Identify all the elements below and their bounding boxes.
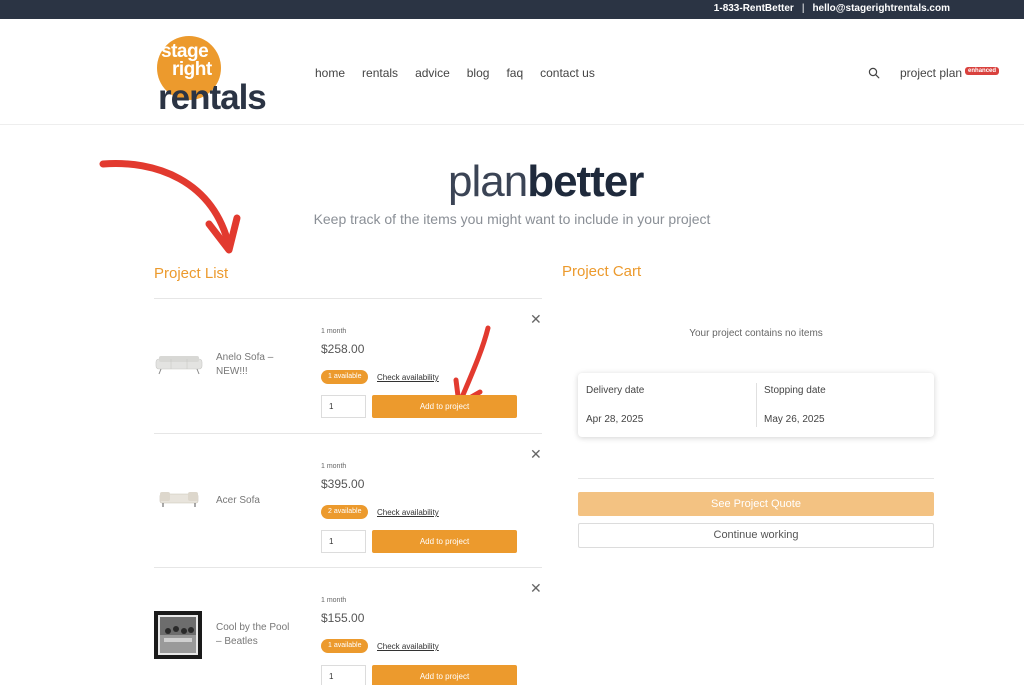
logo-text-rentals: rentals [158, 78, 267, 117]
phone-link[interactable]: 1-833-RentBetter [714, 3, 794, 14]
quantity-input[interactable]: 1 [321, 530, 366, 553]
dates-card: Delivery date Apr 28, 2025 Stopping date… [578, 373, 934, 437]
title-plan: plan [448, 157, 528, 206]
item-price: $258.00 [321, 342, 365, 356]
delivery-date-label: Delivery date [586, 385, 645, 396]
rental-period: 1 month [321, 328, 347, 335]
rental-period: 1 month [321, 463, 347, 470]
item-name[interactable]: Acer Sofa [216, 494, 296, 508]
separator: | [801, 3, 805, 14]
list-item: Cool by the Pool – Beatles 1 month $155.… [154, 568, 542, 685]
cart-divider [578, 478, 934, 479]
page-title: planbetter [448, 157, 644, 206]
availability-badge: 1 available [321, 639, 369, 653]
site-header: stage right rentals home rentals advice … [0, 19, 1024, 125]
nav-item-faq[interactable]: faq [506, 66, 523, 80]
nav-item-contact[interactable]: contact us [540, 66, 595, 80]
cart-empty-message: Your project contains no items [689, 328, 823, 339]
item-price: $395.00 [321, 477, 365, 491]
nav-item-advice[interactable]: advice [415, 66, 450, 80]
item-name[interactable]: Cool by the Pool – Beatles [216, 621, 296, 649]
artwork-thumbnail[interactable] [154, 611, 202, 659]
nav-item-home[interactable]: home [315, 66, 345, 80]
stopping-date-value: May 26, 2025 [764, 414, 825, 425]
remove-item-close-icon[interactable]: ✕ [530, 447, 542, 461]
stopping-date-label: Stopping date [764, 385, 826, 396]
availability-badge: 1 available [321, 370, 369, 384]
logo[interactable]: stage right rentals [157, 36, 283, 117]
check-availability-link[interactable]: Check availability [377, 373, 439, 382]
continue-working-button[interactable]: Continue working [578, 523, 934, 548]
quantity-input[interactable]: 1 [321, 395, 366, 418]
item-name[interactable]: Anelo Sofa – NEW!!! [216, 351, 296, 379]
annotation-arrow-icon [99, 160, 241, 254]
delivery-date-field[interactable]: Delivery date Apr 28, 2025 [578, 373, 756, 437]
remove-item-close-icon[interactable]: ✕ [530, 581, 542, 595]
see-project-quote-button[interactable]: See Project Quote [578, 492, 934, 516]
sofa-thumbnail[interactable] [154, 353, 204, 377]
logo-text-right: right [172, 59, 212, 80]
list-item: Acer Sofa 1 month $395.00 2 available Ch… [154, 434, 542, 568]
contact-info: 1-833-RentBetter | hello@stagerightrenta… [714, 3, 950, 14]
top-bar: 1-833-RentBetter | hello@stagerightrenta… [0, 0, 1024, 19]
page-subtitle: Keep track of the items you might want t… [313, 211, 711, 227]
sofa-thumbnail[interactable] [154, 490, 204, 510]
search-icon[interactable] [868, 67, 880, 79]
nav-item-rentals[interactable]: rentals [362, 66, 398, 80]
add-to-project-button[interactable]: Add to project [372, 395, 517, 418]
check-availability-link[interactable]: Check availability [377, 508, 439, 517]
enhanced-badge: enhanced [965, 67, 1000, 75]
rental-period: 1 month [321, 597, 347, 604]
list-item: Anelo Sofa – NEW!!! 1 month $258.00 1 av… [154, 299, 542, 433]
project-plan-label: project plan [900, 66, 963, 80]
availability-badge: 2 available [321, 505, 369, 519]
project-list-title: Project List [154, 265, 229, 282]
main-nav: home rentals advice blog faq contact us [315, 66, 612, 80]
item-price: $155.00 [321, 611, 365, 625]
quantity-input[interactable]: 1 [321, 665, 366, 685]
check-availability-link[interactable]: Check availability [377, 642, 439, 651]
nav-item-blog[interactable]: blog [467, 66, 490, 80]
stopping-date-field[interactable]: Stopping date May 26, 2025 [756, 373, 934, 437]
delivery-date-value: Apr 28, 2025 [586, 414, 644, 425]
remove-item-close-icon[interactable]: ✕ [530, 312, 542, 326]
add-to-project-button[interactable]: Add to project [372, 665, 517, 685]
project-cart-title: Project Cart [562, 263, 642, 280]
add-to-project-button[interactable]: Add to project [372, 530, 517, 553]
title-better: better [527, 157, 644, 206]
project-plan-link[interactable]: project plan enhanced [900, 66, 1000, 80]
email-link[interactable]: hello@stagerightrentals.com [812, 3, 950, 14]
